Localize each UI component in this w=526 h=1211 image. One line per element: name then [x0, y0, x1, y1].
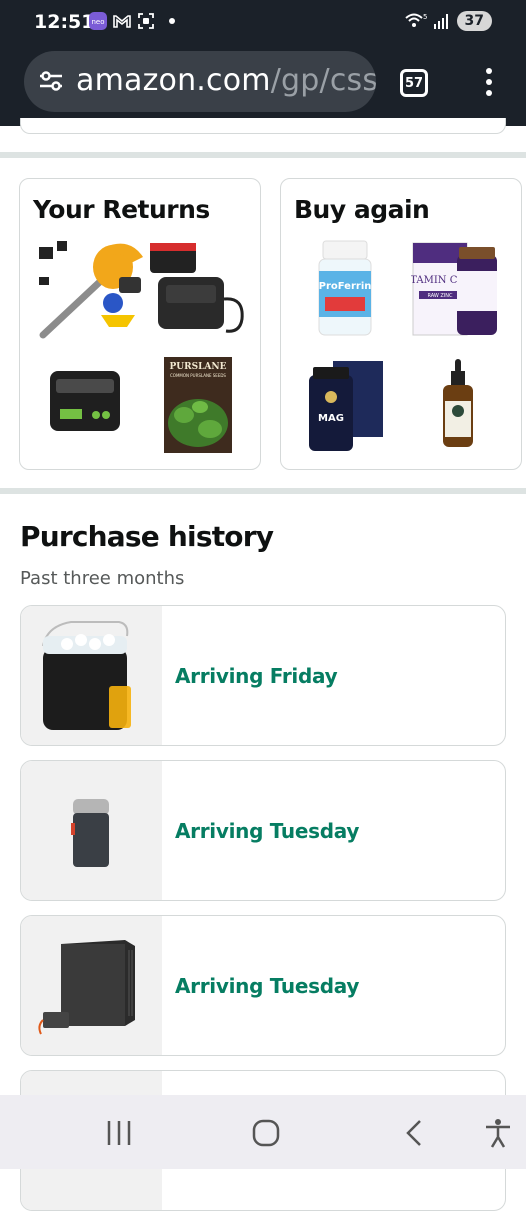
svg-text:RAW ZINC: RAW ZINC: [427, 293, 453, 299]
purchase-history-title: Purchase history: [20, 520, 274, 553]
seed-packet-image[interactable]: PURSLANE COMMON PURSLANE SEEDS: [164, 357, 232, 453]
tab-switcher-button[interactable]: 57: [400, 69, 428, 97]
previous-card-edge: [20, 118, 506, 134]
svg-text:neo: neo: [91, 18, 104, 26]
wifi-icon: 5: [404, 13, 427, 27]
battery-charger-image[interactable]: [148, 239, 248, 339]
green-battery-image[interactable]: [46, 361, 126, 441]
order-status: Arriving Tuesday: [175, 974, 360, 998]
your-returns-title: Your Returns: [33, 195, 210, 224]
cell-signal-icon: [433, 14, 448, 29]
accessibility-icon[interactable]: [482, 1117, 514, 1149]
order-thumbnail: [21, 606, 162, 745]
app-notification-icon: neo: [89, 12, 107, 30]
order-row[interactable]: Arriving Friday: [20, 605, 506, 746]
pc-case-icon: [38, 940, 135, 1035]
notification-icons: neo: [89, 12, 175, 30]
purchase-history-subtitle: Past three months: [20, 568, 185, 589]
order-row[interactable]: Arriving Tuesday: [20, 915, 506, 1056]
url-path: /gp/css/(: [270, 63, 376, 98]
svg-text:ProFerrin: ProFerrin: [319, 281, 372, 292]
recent-apps-icon[interactable]: [103, 1117, 135, 1149]
site-settings-icon[interactable]: [38, 70, 64, 92]
browser-toolbar: amazon.com/gp/css/( 57: [0, 46, 526, 126]
url-text[interactable]: amazon.com/gp/css/(: [76, 63, 376, 98]
svg-text:PURSLANE: PURSLANE: [170, 362, 227, 372]
vitamin-code-image[interactable]: VITAMIN CODE RAW ZINC: [411, 239, 506, 339]
more-notifications-dot: [169, 18, 175, 24]
leaf-blower-image[interactable]: [35, 237, 153, 342]
svg-text:5: 5: [423, 13, 427, 21]
coffee-grinder-icon: [71, 799, 109, 867]
home-icon[interactable]: [250, 1117, 282, 1149]
overflow-menu-icon[interactable]: [482, 66, 496, 100]
order-thumbnail: [21, 916, 162, 1055]
svg-text:COMMON PURSLANE SEEDS: COMMON PURSLANE SEEDS: [170, 373, 226, 378]
status-right: 5 37: [404, 11, 492, 31]
section-divider: [0, 488, 526, 494]
battery-indicator: 37: [456, 11, 492, 31]
ice-maker-icon: [42, 621, 131, 730]
gmail-icon: [113, 15, 131, 28]
order-row[interactable]: Arriving Tuesday: [20, 760, 506, 901]
system-navigation-bar: [0, 1095, 526, 1169]
address-bar[interactable]: amazon.com/gp/css/(: [24, 51, 376, 112]
magnesium-supplement-image[interactable]: MAG: [307, 357, 387, 453]
buy-again-title: Buy again: [294, 195, 430, 224]
buy-again-card[interactable]: Buy again ProFerrin VITAMIN CODE RAW ZIN…: [280, 178, 522, 470]
liquid-dropper-image[interactable]: [433, 359, 483, 449]
url-host: amazon.com: [76, 63, 271, 98]
order-status: Arriving Tuesday: [175, 819, 360, 843]
status-time: 12:51: [34, 11, 95, 33]
svg-text:MAG: MAG: [318, 413, 344, 424]
order-status: Arriving Friday: [175, 664, 338, 688]
your-returns-card[interactable]: Your Returns PURSLANE COMMON PURSLANE SE…: [19, 178, 261, 470]
proferrin-bottle-image[interactable]: ProFerrin: [315, 239, 375, 339]
status-bar: 12:51 neo 5 37: [0, 0, 526, 46]
back-icon[interactable]: [398, 1117, 430, 1149]
order-thumbnail: [21, 761, 162, 900]
screenshot-icon: [138, 13, 154, 29]
section-divider: [0, 152, 526, 158]
